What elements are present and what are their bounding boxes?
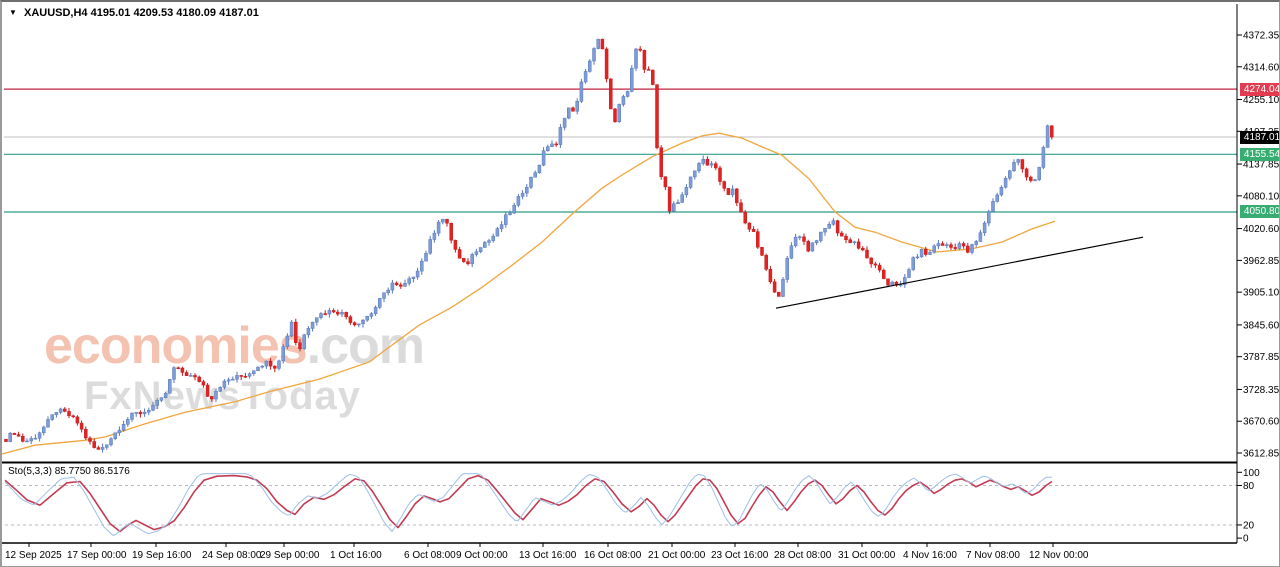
price-axis-tick-label: 4314.60 bbox=[1243, 62, 1279, 73]
price-axis-tick-label: 3905.10 bbox=[1243, 288, 1279, 299]
price-axis-tick-label: 4137.85 bbox=[1243, 160, 1279, 171]
stochastic-axis-tick-label: 20 bbox=[1243, 520, 1255, 531]
time-axis-tick-label: 6 Oct 08:00 bbox=[404, 550, 456, 561]
symbol-header: ▼ XAUUSD,H4 4195.01 4209.53 4180.09 4187… bbox=[9, 7, 259, 19]
price-axis-tick-label: 4020.60 bbox=[1243, 224, 1279, 235]
time-axis-tick-label: 4 Nov 16:00 bbox=[903, 550, 957, 561]
price-axis-tick-label: 3845.60 bbox=[1243, 320, 1279, 331]
stochastic-axis-tick-label: 100 bbox=[1243, 468, 1260, 479]
time-axis-tick-label: 29 Sep 00:00 bbox=[260, 550, 320, 561]
time-axis-tick-label: 13 Oct 16:00 bbox=[519, 550, 577, 561]
support-price-badge-2: 4050.80 bbox=[1240, 205, 1279, 219]
price-axis-tick-label: 4255.10 bbox=[1243, 95, 1279, 106]
time-axis-tick-label: 24 Sep 08:00 bbox=[202, 550, 262, 561]
stochastic-layer bbox=[4, 473, 1237, 536]
resistance-price-badge: 4274.04 bbox=[1240, 82, 1279, 96]
time-axis-tick-label: 12 Sep 2025 bbox=[5, 550, 62, 561]
axes-layer: 4372.354314.604255.104197.354137.854080.… bbox=[2, 4, 1279, 561]
price-axis-tick-label: 4080.10 bbox=[1243, 191, 1279, 202]
trading-chart-window: economies.com FxNewsToday 4372.35 4314.60… bbox=[0, 0, 1280, 567]
price-axis-tick-label: 3787.85 bbox=[1243, 352, 1279, 363]
price-axis-tick-label: 3728.35 bbox=[1243, 385, 1279, 396]
time-axis-tick-label: 7 Nov 08:00 bbox=[966, 550, 1020, 561]
time-axis-tick-label: 28 Oct 08:00 bbox=[774, 550, 832, 561]
stochastic-axis-tick-label: 80 bbox=[1243, 481, 1255, 492]
current-price-badge: 4187.01 bbox=[1240, 130, 1279, 144]
time-axis-tick-label: 21 Oct 00:00 bbox=[648, 550, 706, 561]
time-axis-tick-label: 19 Sep 16:00 bbox=[132, 550, 192, 561]
support-price-badge-1: 4155.54 bbox=[1240, 147, 1279, 161]
ma-layer bbox=[2, 132, 1056, 455]
price-axis-tick-label: 4372.35 bbox=[1243, 31, 1279, 42]
time-axis-tick-label: 1 Oct 16:00 bbox=[330, 550, 382, 561]
symbol-dropdown-icon[interactable]: ▼ bbox=[9, 8, 17, 17]
time-axis-tick-label: 12 Nov 00:00 bbox=[1029, 550, 1089, 561]
stochastic-indicator-label: Sto(5,3,3) 85.7750 86.5176 bbox=[8, 466, 130, 477]
time-axis-tick-label: 16 Oct 08:00 bbox=[584, 550, 642, 561]
time-axis-tick-label: 9 Oct 00:00 bbox=[456, 550, 508, 561]
price-axis-tick-label: 3612.85 bbox=[1243, 449, 1279, 460]
chart-canvas[interactable]: 4372.354314.604255.104197.354137.854080.… bbox=[2, 2, 1279, 566]
time-axis-tick-label: 31 Oct 00:00 bbox=[838, 550, 896, 561]
time-axis-tick-label: 17 Sep 00:00 bbox=[67, 550, 127, 561]
ohlc-values: 4195.01 4209.53 4180.09 4187.01 bbox=[90, 7, 259, 19]
time-axis-tick-label: 23 Oct 16:00 bbox=[711, 550, 769, 561]
price-axis-tick-label: 3670.60 bbox=[1243, 417, 1279, 428]
price-axis-tick-label: 3962.85 bbox=[1243, 256, 1279, 267]
candles-layer bbox=[4, 38, 1054, 453]
symbol-period-label: XAUUSD,H4 bbox=[23, 7, 88, 19]
stochastic-axis-tick-label: 0 bbox=[1243, 534, 1249, 545]
